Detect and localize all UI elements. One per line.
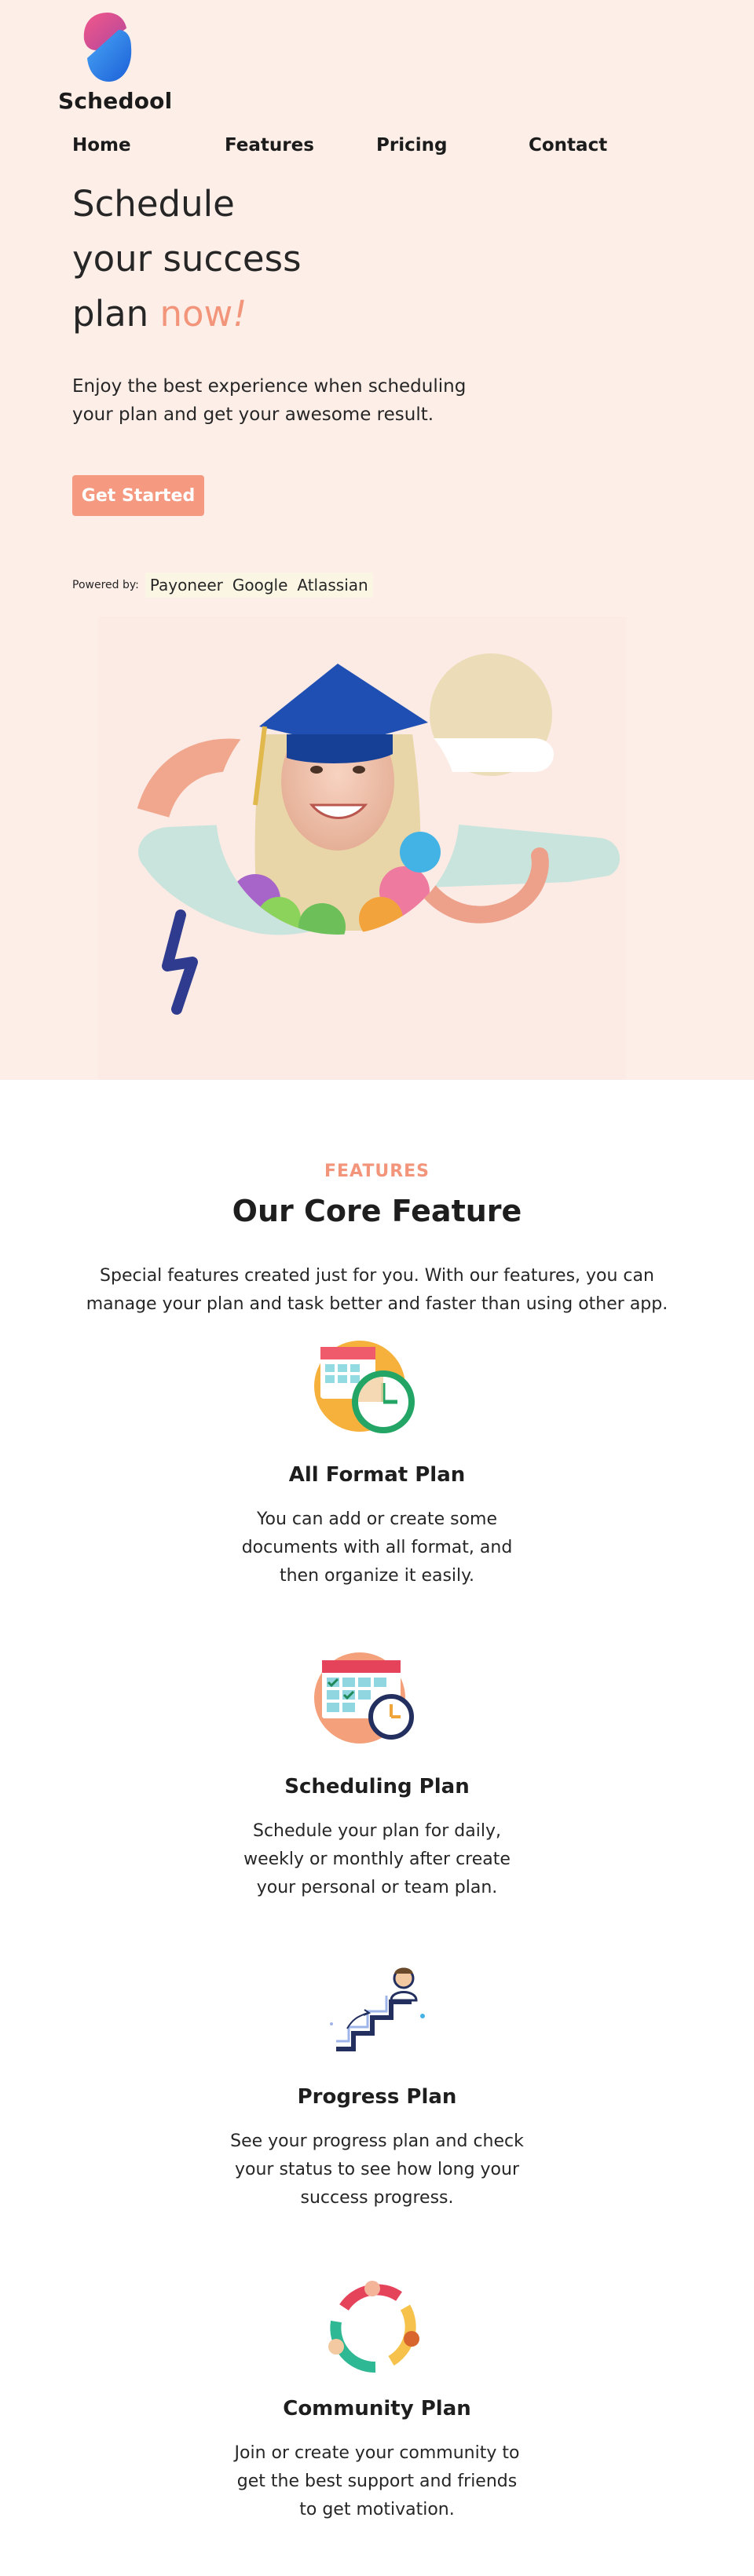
hero-headline: Schedule your success plan now! [72,177,302,342]
nav-link-features[interactable]: Features [225,135,314,156]
partner-atlassian: Atlassian [297,576,368,595]
features-title: Our Core Feature [232,1194,522,1228]
nav-link-pricing[interactable]: Pricing [376,135,447,156]
features-description: Special features created just for you. W… [86,1266,668,1314]
partner-list: Payoneer Google Atlassian [145,573,373,598]
feature-title: Community Plan [283,2397,471,2420]
partner-payoneer: Payoneer [149,576,223,595]
feature-text: See your progress plan and check your st… [230,2131,524,2208]
feature-text: Join or create your community to get the… [234,2443,520,2519]
feature-title: All Format Plan [288,1463,466,1487]
graduate-illustration [137,653,620,1015]
feature-title: Scheduling Plan [284,1775,470,1798]
community-circle-icon [328,2281,419,2373]
powered-by-label: Powered by: [72,579,139,591]
partner-google: Google [232,576,288,595]
feature-text: You can add or create some documents wit… [241,1509,513,1586]
nav-link-contact[interactable]: Contact [529,135,607,156]
get-started-button[interactable]: Get Started [72,475,204,516]
hero-illustration [98,617,626,1080]
progress-stairs-icon [330,1967,425,2051]
brand-name: Schedool [58,88,173,114]
headline-line-2: your success [72,238,302,280]
nav-link-home[interactable]: Home [72,135,131,156]
powered-by: Powered by: Payoneer Google Atlassian [72,572,373,598]
feature-text: Schedule your plan for daily, weekly or … [243,1821,511,1897]
schedule-calendar-icon [314,1652,414,1744]
brand-logo[interactable]: Schedool [57,11,172,114]
features-section: FEATURES Our Core Feature Special featur… [0,1080,754,2576]
features-eyebrow: FEATURES [324,1162,430,1181]
headline-bang: ! [232,293,247,335]
hero-section: Schedool Home Features Pricing Contact S… [0,0,754,1080]
calendar-clock-icon [314,1341,415,1433]
feature-title: Progress Plan [297,2085,457,2109]
headline-line-1: Schedule [72,183,235,225]
headline-line-3: plan [72,293,149,335]
lightning-shape [162,909,198,1015]
headline-accent: now [159,293,233,335]
main-nav: Home Features Pricing Contact [72,135,622,166]
logo-mark-icon [83,13,132,82]
hero-subtext: Enjoy the best experience when schedulin… [72,376,467,425]
